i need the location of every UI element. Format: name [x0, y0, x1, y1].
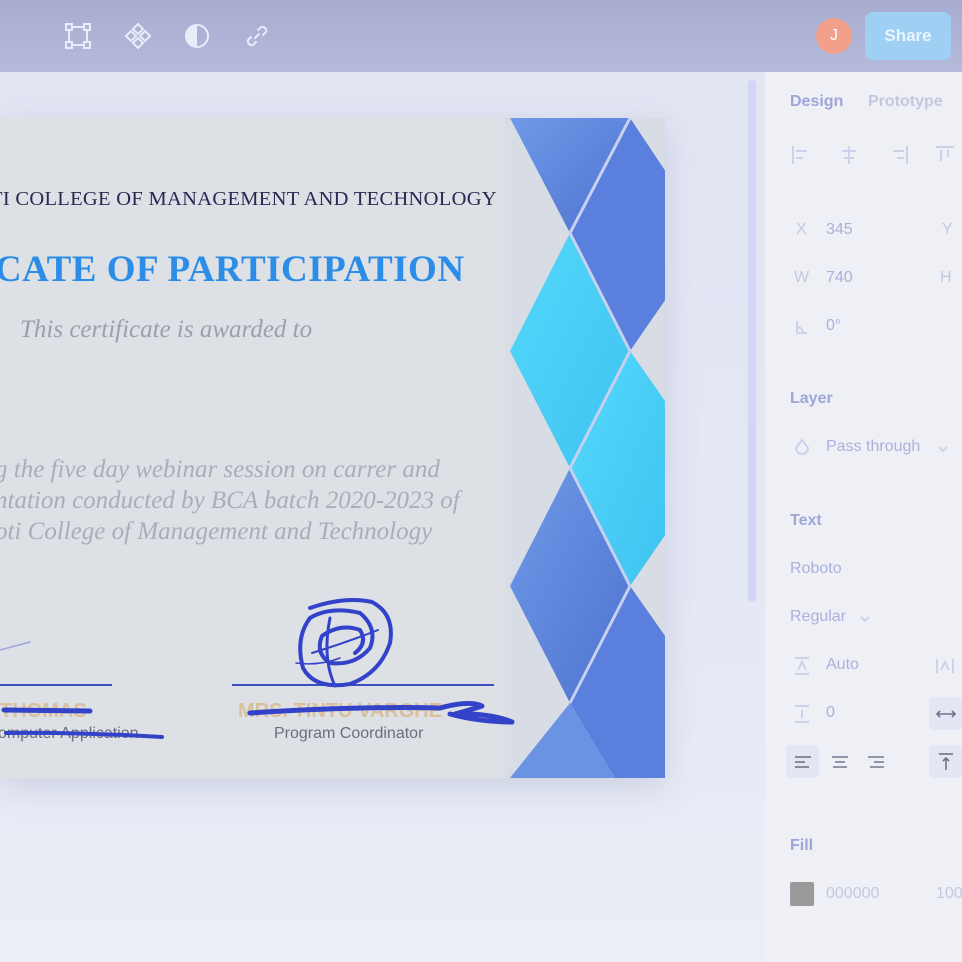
rotation-label: [786, 312, 816, 342]
blend-drop-icon: [794, 438, 810, 455]
x-label: X: [796, 221, 807, 238]
paragraph-spacing-input[interactable]: 0: [826, 704, 835, 722]
tab-prototype[interactable]: Prototype: [868, 93, 943, 111]
layer-heading: Layer: [790, 390, 833, 407]
frame-tool-button[interactable]: [60, 18, 96, 54]
align-right-icon: [893, 146, 908, 164]
canvas-vertical-scrollbar[interactable]: [748, 80, 756, 602]
h-label: H: [940, 269, 952, 286]
letter-spacing-icon: [936, 659, 954, 673]
font-weight-select[interactable]: Regular: [790, 608, 846, 626]
horizontal-resize-icon: [935, 709, 956, 718]
frame-icon: [65, 23, 91, 49]
avatar-initial: J: [830, 27, 838, 44]
top-toolbar: J Share: [0, 0, 962, 72]
letter-spacing-label: [930, 651, 960, 681]
text-align-right-icon: [867, 755, 884, 768]
component-tool-button[interactable]: [120, 18, 156, 54]
text-align-left-icon: [794, 755, 811, 768]
text-align-left-button[interactable]: [786, 745, 819, 778]
paragraph-spacing-icon: [795, 705, 809, 723]
text-align-center-button[interactable]: [823, 745, 856, 778]
align-horizontal-center-button[interactable]: [834, 140, 864, 170]
align-center-icon: [842, 146, 856, 164]
fill-opacity-input[interactable]: 100: [936, 885, 962, 903]
handwritten-scribbles: [0, 598, 515, 739]
text-align-right-button[interactable]: [859, 745, 892, 778]
rotation-icon: [796, 321, 807, 334]
blend-mode-dropdown[interactable]: [928, 434, 958, 464]
contrast-icon: [185, 24, 209, 48]
text-heading: Text: [790, 512, 822, 529]
font-weight-dropdown[interactable]: [850, 604, 880, 634]
fill-color-swatch[interactable]: [790, 882, 814, 906]
rotation-input[interactable]: 0°: [826, 317, 841, 335]
line-height-icon: [795, 657, 809, 675]
tab-design[interactable]: Design: [790, 93, 843, 111]
certificate-frame[interactable]: TI COLLEGE OF MANAGEMENT AND TECHNOLOGY …: [0, 118, 665, 778]
y-label: Y: [942, 221, 953, 238]
fill-heading: Fill: [790, 837, 814, 854]
link-tool-button[interactable]: [239, 18, 275, 54]
align-right-button[interactable]: [884, 140, 914, 170]
link-icon: [246, 25, 268, 47]
fill-hex-input[interactable]: 000000: [826, 885, 879, 903]
share-button[interactable]: Share: [865, 12, 951, 60]
component-icon: [124, 22, 152, 50]
blend-mode-select[interactable]: Pass through: [826, 438, 920, 456]
align-top-button[interactable]: [930, 140, 960, 170]
w-label: W: [794, 269, 810, 286]
line-height-input[interactable]: Auto: [826, 656, 859, 674]
paragraph-spacing-label: [787, 699, 817, 729]
vertical-align-top-icon: [938, 752, 953, 770]
avatar[interactable]: J: [816, 18, 852, 54]
w-input[interactable]: 740: [826, 269, 853, 287]
chevron-down-icon: [860, 616, 870, 623]
align-top-icon: [936, 146, 954, 161]
vertical-align-top-button[interactable]: [929, 745, 962, 778]
x-input[interactable]: 345: [826, 221, 853, 239]
chevron-down-icon: [938, 446, 948, 453]
contrast-tool-button[interactable]: [179, 18, 215, 54]
blend-mode-indicator: [787, 433, 817, 463]
line-height-label: [787, 651, 817, 681]
auto-width-toggle[interactable]: [929, 697, 962, 730]
align-left-button[interactable]: [786, 140, 816, 170]
text-align-center-icon: [831, 755, 848, 768]
font-family-select[interactable]: Roboto: [790, 560, 842, 578]
align-left-icon: [792, 146, 807, 164]
